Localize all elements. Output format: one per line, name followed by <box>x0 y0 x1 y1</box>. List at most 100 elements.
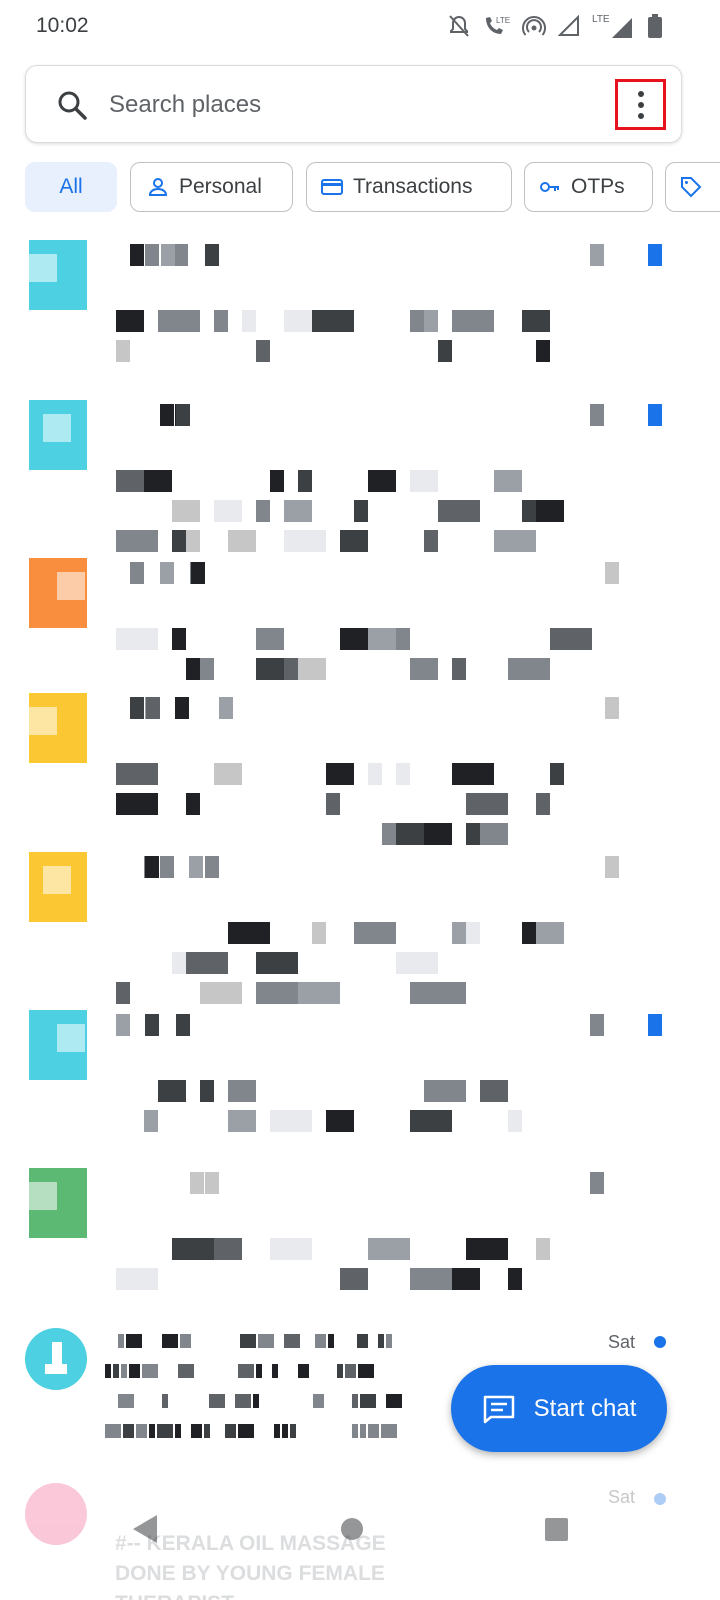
pixelated-block <box>144 1110 158 1132</box>
pixelated-block <box>368 1238 410 1260</box>
pixelated-block <box>480 823 508 845</box>
pixelated-block <box>160 856 174 878</box>
pixelated-block <box>466 922 480 944</box>
pixelated-block <box>186 952 228 974</box>
pixelated-block <box>172 952 186 974</box>
pixelated-block <box>284 310 312 332</box>
pixelated-block <box>238 1424 254 1438</box>
pixelated-block <box>452 1268 480 1290</box>
pixelated-block <box>178 1364 194 1378</box>
chip-tag[interactable] <box>665 162 720 212</box>
pixelated-block <box>550 763 564 785</box>
conversation-row[interactable] <box>0 400 720 550</box>
pixelated-block <box>410 1110 452 1132</box>
pixelated-block <box>158 1080 186 1102</box>
chip-all[interactable]: All <box>25 162 117 212</box>
status-bar: 10:02 LTE LTE <box>0 0 720 54</box>
chip-otps[interactable]: OTPs <box>524 162 653 212</box>
pixelated-block <box>284 1334 300 1348</box>
pixelated-block <box>116 1268 158 1290</box>
pixelated-block <box>345 1364 356 1378</box>
pixelated-block <box>536 340 550 362</box>
pixelated-block <box>130 562 144 584</box>
pixelated-block <box>536 500 564 522</box>
pixelated-block <box>172 500 200 522</box>
pixelated-block <box>424 823 452 845</box>
conversation-row[interactable] <box>0 1010 720 1160</box>
pixelated-block <box>452 763 494 785</box>
search-icon <box>58 91 87 120</box>
pixelated-block <box>214 1238 242 1260</box>
chip-personal[interactable]: Personal <box>130 162 293 212</box>
pixelated-block <box>200 982 242 1004</box>
pixelated-block <box>410 310 424 332</box>
pixelated-block <box>312 922 326 944</box>
chip-personal-label: Personal <box>179 175 262 198</box>
pixelated-block <box>162 1394 168 1408</box>
pixelated-block <box>105 1364 111 1378</box>
pixelated-block <box>174 244 188 266</box>
pixelated-block <box>298 982 340 1004</box>
pixelated-block <box>176 1014 190 1036</box>
volte-call-icon: LTE <box>486 16 510 34</box>
pixelated-block <box>354 500 368 522</box>
more-vert-dot <box>637 90 644 97</box>
home-icon[interactable] <box>341 1518 363 1540</box>
pixelated-block <box>274 1424 280 1438</box>
pixelated-block <box>256 982 298 1004</box>
person-icon <box>148 178 168 196</box>
pixelated-block <box>410 823 424 845</box>
pixelated-block <box>590 1172 604 1194</box>
back-icon[interactable] <box>133 1515 157 1543</box>
pixelated-block <box>396 628 410 650</box>
pixelated-block <box>438 500 480 522</box>
status-time: 10:02 <box>36 14 89 37</box>
chip-transactions[interactable]: Transactions <box>306 162 512 212</box>
pixelated-block <box>123 1424 134 1438</box>
pixelated-block <box>205 244 219 266</box>
pixelated-block <box>326 763 354 785</box>
pixelated-block <box>452 310 494 332</box>
pixelated-block <box>378 1334 384 1348</box>
pixelated-block <box>205 1172 219 1194</box>
pixelated-block <box>466 823 480 845</box>
pixelated-block <box>228 922 270 944</box>
pixelated-block <box>605 697 619 719</box>
start-chat-button[interactable]: Start chat <box>451 1365 667 1452</box>
pixelated-block <box>357 1334 368 1348</box>
more-options-button[interactable] <box>615 79 666 130</box>
pixelated-block <box>313 1394 324 1408</box>
pixelated-block <box>382 823 396 845</box>
pixelated-block <box>360 1394 376 1408</box>
pixelated-block <box>256 340 270 362</box>
pixelated-block <box>214 500 242 522</box>
pixelated-block <box>176 404 190 426</box>
pixelated-block <box>258 1334 274 1348</box>
pixelated-block <box>116 340 130 362</box>
conversation-row[interactable] <box>0 240 720 390</box>
recents-icon[interactable] <box>545 1518 568 1541</box>
pixelated-block <box>157 1424 173 1438</box>
pixelated-block <box>340 530 368 552</box>
pixelated-block <box>648 244 662 266</box>
conversation-row[interactable] <box>0 1168 720 1318</box>
pixelated-block <box>162 1334 178 1348</box>
pixelated-block <box>160 562 174 584</box>
search-bar[interactable] <box>25 65 682 143</box>
pixelated-block <box>590 1014 604 1036</box>
pixelated-block <box>410 982 438 1004</box>
pixelated-block <box>424 310 438 332</box>
pixelated-block <box>145 856 159 878</box>
pixelated-block <box>368 763 382 785</box>
pixelated-block <box>522 500 536 522</box>
pixelated-block <box>160 404 174 426</box>
start-chat-label: Start chat <box>533 1394 637 1422</box>
pixelated-block <box>298 658 326 680</box>
pixelated-block <box>424 530 438 552</box>
chip-all-label: All <box>59 175 83 198</box>
pixelated-block <box>466 793 508 815</box>
pixelated-block <box>116 982 130 1004</box>
pixelated-block <box>256 1364 262 1378</box>
lte-label: LTE <box>592 14 610 25</box>
search-input[interactable] <box>109 84 589 126</box>
